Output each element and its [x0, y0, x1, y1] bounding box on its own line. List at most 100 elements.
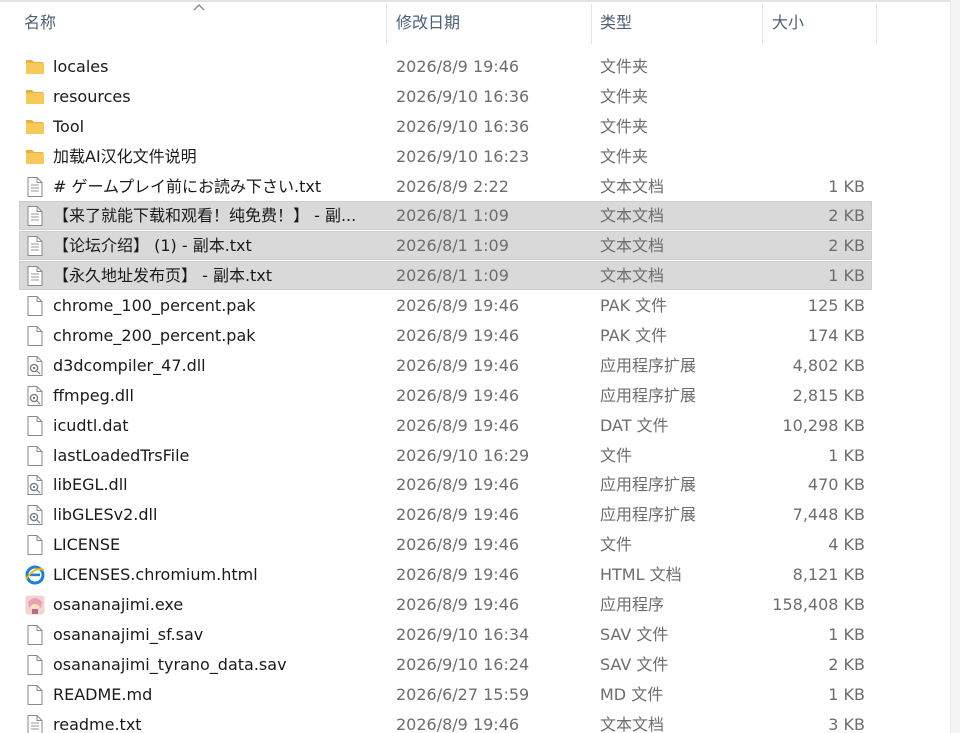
file-size: 125 KB [807, 296, 865, 316]
file-row[interactable]: libEGL.dll 2026/8/9 19:46 应用程序扩展 470 KB [0, 470, 950, 500]
file-size: 158,408 KB [772, 595, 865, 615]
file-row[interactable]: locales 2026/8/9 19:46 文件夹 [0, 52, 950, 82]
file-row[interactable]: README.md 2026/6/27 15:59 MD 文件 1 KB [0, 680, 950, 710]
file-name: d3dcompiler_47.dll [53, 355, 206, 375]
column-divider[interactable] [762, 4, 763, 44]
file-type: DAT 文件 [600, 415, 669, 435]
file-row[interactable]: 【永久地址发布页】 - 副本.txt 2026/8/1 1:09 文本文档 1 KB [0, 261, 950, 291]
file-row[interactable]: 【来了就能下载和观看！纯免费！】 - 副... 2026/8/1 1:09 文本文档… [0, 201, 950, 231]
file-icon [24, 295, 46, 317]
file-name: ffmpeg.dll [53, 385, 134, 405]
column-divider[interactable] [876, 4, 877, 44]
column-divider[interactable] [386, 4, 387, 44]
file-size: 2 KB [828, 236, 865, 256]
file-row[interactable]: LICENSE 2026/8/9 19:46 文件 4 KB [0, 530, 950, 560]
file-row[interactable]: readme.txt 2026/8/9 19:46 文本文档 3 KB [0, 710, 950, 733]
file-size: 10,298 KB [782, 415, 865, 435]
file-modified-date: 2026/9/10 16:24 [396, 654, 530, 674]
file-type: 文本文档 [600, 176, 665, 196]
file-row[interactable]: osananajimi.exe 2026/8/9 19:46 应用程序 158,408… [0, 590, 950, 620]
column-divider[interactable] [591, 4, 592, 44]
file-modified-date: 2026/9/10 16:23 [396, 146, 530, 166]
file-type: 文本文档 [600, 266, 665, 286]
file-row[interactable]: osananajimi_sf.sav 2026/9/10 16:34 SAV 文件 1… [0, 620, 950, 650]
file-row[interactable]: 【论坛介绍】 (1) - 副本.txt 2026/8/1 1:09 文本文档 2 KB [0, 231, 950, 261]
text-file-icon [24, 176, 46, 198]
file-icon [24, 654, 46, 676]
file-modified-date: 2026/8/9 19:46 [396, 415, 520, 435]
file-type: HTML 文档 [600, 565, 682, 585]
file-modified-date: 2026/8/9 19:46 [396, 565, 520, 585]
file-row[interactable]: Tool 2026/9/10 16:36 文件夹 [0, 112, 950, 142]
file-icon [24, 325, 46, 347]
file-size: 1 KB [828, 684, 865, 704]
file-name: 加载AI汉化文件说明 [53, 146, 197, 166]
file-name: libEGL.dll [53, 475, 128, 495]
file-modified-date: 2026/8/9 2:22 [396, 176, 509, 196]
file-row[interactable]: chrome_200_percent.pak 2026/8/9 19:46 PAK … [0, 321, 950, 351]
file-modified-date: 2026/8/9 19:46 [396, 355, 520, 375]
file-icon [24, 534, 46, 556]
file-name: icudtl.dat [53, 415, 129, 435]
dll-file-icon [24, 355, 46, 377]
file-type: 应用程序扩展 [600, 385, 697, 405]
file-row[interactable]: d3dcompiler_47.dll 2026/8/9 19:46 应用程序扩展 4,… [0, 351, 950, 381]
file-row[interactable]: # ゲームプレイ前にお読み下さい.txt 2026/8/9 2:22 文本文档 1 K… [0, 172, 950, 202]
file-name: chrome_200_percent.pak [53, 326, 256, 346]
file-name: resources [53, 86, 131, 106]
text-file-icon [24, 205, 46, 227]
file-row[interactable]: chrome_100_percent.pak 2026/8/9 19:46 PAK … [0, 291, 950, 321]
file-name: readme.txt [53, 714, 142, 733]
file-modified-date: 2026/8/9 19:46 [396, 595, 520, 615]
file-name: 【论坛介绍】 (1) - 副本.txt [53, 236, 252, 256]
file-type: PAK 文件 [600, 296, 668, 316]
column-header-size[interactable]: 大小 [772, 2, 872, 44]
text-file-icon [24, 714, 46, 733]
file-row[interactable]: LICENSES.chromium.html 2026/8/9 19:46 HTML… [0, 560, 950, 590]
file-row[interactable]: lastLoadedTrsFile 2026/9/10 16:29 文件 1 KB [0, 441, 950, 471]
column-header-name[interactable]: 名称 [24, 2, 384, 44]
file-row[interactable]: ffmpeg.dll 2026/8/9 19:46 应用程序扩展 2,815 KB [0, 381, 950, 411]
file-modified-date: 2026/9/10 16:34 [396, 624, 530, 644]
file-row[interactable]: 加载AI汉化文件说明 2026/9/10 16:23 文件夹 [0, 142, 950, 172]
file-list: locales 2026/8/9 19:46 文件夹 resources 2026/9/… [0, 52, 950, 733]
column-header-type[interactable]: 类型 [600, 2, 755, 44]
file-type: 文件夹 [600, 146, 649, 166]
file-size: 2 KB [828, 206, 865, 226]
file-type: 应用程序 [600, 595, 665, 615]
file-name: README.md [53, 684, 153, 704]
file-size: 1 KB [828, 445, 865, 465]
file-modified-date: 2026/9/10 16:36 [396, 86, 530, 106]
file-row[interactable]: icudtl.dat 2026/8/9 19:46 DAT 文件 10,298 KB [0, 411, 950, 441]
file-modified-date: 2026/8/1 1:09 [396, 266, 509, 286]
file-size: 3 KB [828, 714, 865, 733]
file-name: lastLoadedTrsFile [53, 445, 190, 465]
file-size: 7,448 KB [792, 505, 865, 525]
file-row[interactable]: osananajimi_tyrano_data.sav 2026/9/10 16:… [0, 650, 950, 680]
text-file-icon [24, 265, 46, 287]
folder-icon [24, 116, 46, 138]
file-size: 4,802 KB [792, 355, 865, 375]
folder-icon [24, 56, 46, 78]
file-type: 应用程序扩展 [600, 505, 697, 525]
file-icon [24, 415, 46, 437]
vertical-scrollbar[interactable] [950, 0, 960, 733]
file-explorer-window: 名称 修改日期 类型 大小 locales 2026/8/9 19:46 文件夹 re… [0, 0, 960, 733]
file-type: 应用程序扩展 [600, 475, 697, 495]
file-modified-date: 2026/8/9 19:46 [396, 385, 520, 405]
file-name: osananajimi_tyrano_data.sav [53, 654, 287, 674]
dll-file-icon [24, 504, 46, 526]
column-header-date[interactable]: 修改日期 [396, 2, 586, 44]
file-type: 文本文档 [600, 206, 665, 226]
folder-icon [24, 86, 46, 108]
file-type: 文本文档 [600, 236, 665, 256]
file-modified-date: 2026/8/9 19:46 [396, 475, 520, 495]
file-type: 文本文档 [600, 714, 665, 733]
file-modified-date: 2026/8/9 19:46 [396, 326, 520, 346]
file-name: osananajimi.exe [53, 595, 184, 615]
file-name: # ゲームプレイ前にお読み下さい.txt [53, 176, 322, 196]
file-row[interactable]: libGLESv2.dll 2026/8/9 19:46 应用程序扩展 7,448 K… [0, 500, 950, 530]
file-type: SAV 文件 [600, 654, 669, 674]
file-modified-date: 2026/8/9 19:46 [396, 535, 520, 555]
file-row[interactable]: resources 2026/9/10 16:36 文件夹 [0, 82, 950, 112]
